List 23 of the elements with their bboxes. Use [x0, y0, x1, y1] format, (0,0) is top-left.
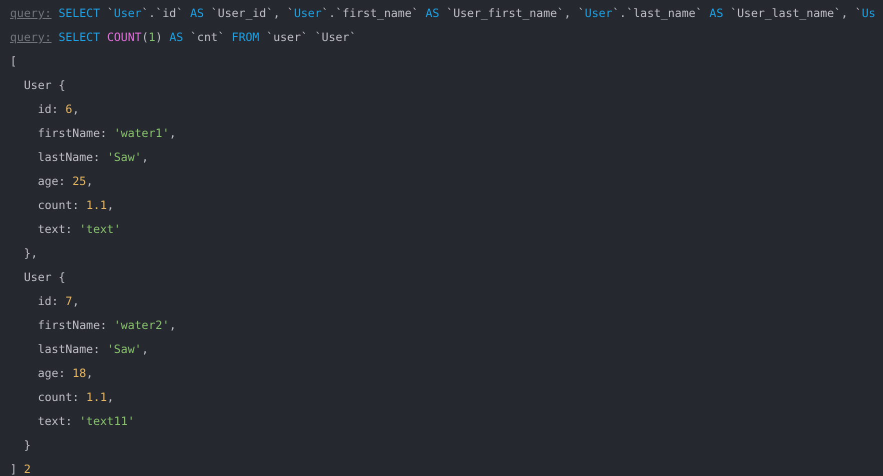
output-line: id: 7,: [38, 294, 80, 308]
query-label: query:: [10, 6, 52, 20]
output-line: [: [10, 54, 17, 68]
sql-statement: SELECT COUNT(1) AS `cnt` FROM `user` `User`: [58, 30, 356, 44]
output-line: id: 6,: [38, 102, 80, 116]
output-line: lastName: 'Saw',: [38, 150, 148, 164]
output-line: firstName: 'water1',: [38, 126, 176, 140]
output-line: User {: [24, 270, 66, 284]
row-count: 2: [24, 462, 31, 476]
output-line: text: 'text': [38, 222, 121, 236]
sql-statement: SELECT `User`.`id` AS `User_id`, `User`.`first_name` AS `User_first_name`, `User`.`last_name` AS `User_last_name`, `Us: [58, 6, 876, 20]
output-line: lastName: 'Saw',: [38, 342, 148, 356]
query-label: query:: [10, 30, 52, 44]
output-line: }: [24, 438, 31, 452]
output-line: text: 'text11': [38, 414, 135, 428]
output-line: firstName: 'water2',: [38, 318, 176, 332]
output-line: ]: [10, 462, 17, 476]
output-line: },: [24, 246, 38, 260]
output-line: User {: [24, 78, 66, 92]
output-line: age: 25,: [38, 174, 94, 188]
output-line: count: 1.1,: [38, 198, 114, 212]
output-line: count: 1.1,: [38, 390, 114, 404]
output-line: age: 18,: [38, 366, 94, 380]
